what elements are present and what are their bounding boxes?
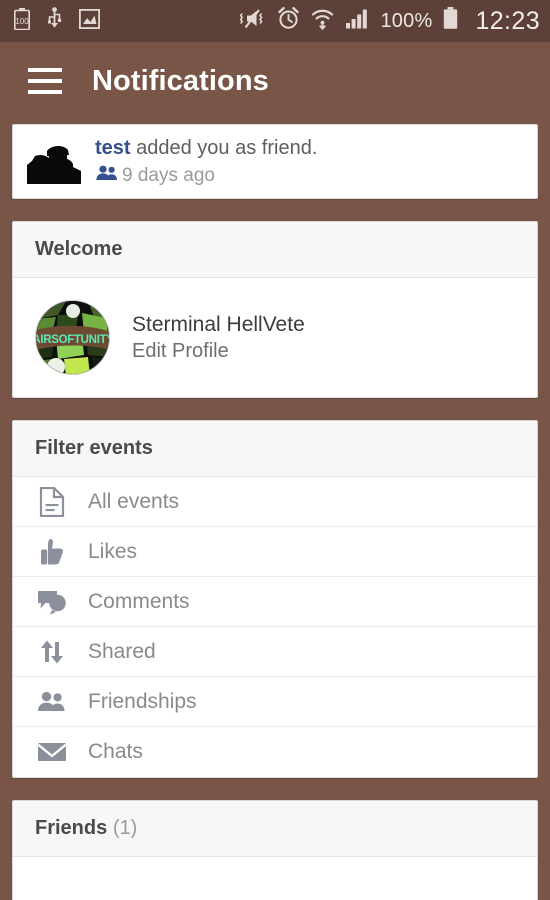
status-bar: 100 100% 12:23: [0, 0, 550, 42]
filter-item-comments[interactable]: Comments: [13, 577, 537, 627]
friends-count-label: (1): [112, 817, 138, 839]
notification-action: added you as friend.: [130, 137, 318, 159]
status-bar-right-icons: 100% 12:23: [239, 7, 540, 36]
filter-events-header-label: Filter events: [35, 437, 153, 459]
battery-saver-label: 100: [15, 17, 29, 26]
filter-item-shared[interactable]: Shared: [13, 627, 537, 677]
battery-full-icon: [443, 7, 458, 35]
soldier-salute-avatar: [23, 139, 83, 184]
hamburger-menu-icon[interactable]: [28, 68, 62, 94]
notification-card[interactable]: test added you as friend. 9 days ago: [12, 124, 538, 199]
wifi-icon: [311, 7, 334, 35]
friends-card: Friends (1): [12, 800, 538, 900]
edit-profile-link[interactable]: Edit Profile: [132, 338, 305, 364]
notification-time: 9 days ago: [122, 164, 215, 186]
welcome-header-label: Welcome: [35, 238, 123, 260]
airsoftunity-camo-avatar[interactable]: AIRSOFTUNITY: [35, 300, 110, 375]
scroll-content: test added you as friend. 9 days ago Wel…: [0, 124, 550, 900]
envelope-icon: [35, 741, 69, 763]
notification-meta: 9 days ago: [95, 164, 317, 187]
app-root: 100 100% 12:23 Notifications test added …: [0, 0, 550, 900]
filter-item-chats[interactable]: Chats: [13, 727, 537, 777]
alarm-icon: [277, 6, 300, 35]
document-icon: [35, 486, 69, 517]
profile-row[interactable]: AIRSOFTUNITY Sterminal HellVete Edit Pro…: [13, 278, 537, 397]
filter-item-label: Likes: [88, 539, 138, 563]
battery-saver-icon: 100: [14, 7, 30, 35]
friends-header-label: Friends: [35, 817, 108, 839]
page-title: Notifications: [92, 64, 269, 97]
screenshot-icon: [78, 8, 101, 34]
notification-row[interactable]: test added you as friend. 9 days ago: [13, 125, 537, 198]
filter-item-label: All events: [88, 489, 180, 513]
signal-icon: [345, 8, 369, 34]
status-bar-left-icons: 100: [14, 7, 101, 35]
filter-item-label: Chats: [88, 740, 143, 763]
filter-item-label: Comments: [88, 589, 190, 613]
friends-card-header: Friends (1): [13, 801, 537, 857]
welcome-card: Welcome AIRSOFTUNITY Sterminal HellVete …: [12, 221, 538, 398]
filter-item-likes[interactable]: Likes: [13, 527, 537, 577]
friends-icon: [95, 164, 119, 187]
comments-icon: [35, 589, 69, 615]
friends-list[interactable]: [13, 857, 537, 900]
friends-icon: [35, 690, 69, 714]
filter-events-header: Filter events: [13, 421, 537, 477]
filter-item-all-events[interactable]: All events: [13, 477, 537, 527]
usb-icon: [47, 7, 62, 35]
clock-label: 12:23: [475, 6, 540, 35]
notification-text: test added you as friend.: [95, 136, 317, 161]
filter-item-label: Friendships: [88, 689, 197, 713]
mute-vibrate-icon: [239, 7, 266, 35]
battery-percent-label: 100%: [380, 9, 433, 32]
list-item[interactable]: [13, 857, 537, 877]
filter-item-label: Shared: [88, 639, 156, 663]
notification-body: test added you as friend. 9 days ago: [95, 136, 317, 187]
filter-events-card: Filter events All events Likes Comments …: [12, 420, 538, 778]
notification-username[interactable]: test: [95, 137, 131, 159]
profile-text: Sterminal HellVete Edit Profile: [132, 311, 305, 364]
app-bar: Notifications: [0, 42, 550, 120]
profile-name: Sterminal HellVete: [132, 312, 305, 336]
filter-item-friendships[interactable]: Friendships: [13, 677, 537, 727]
welcome-card-header: Welcome: [13, 222, 537, 278]
thumbs-up-icon: [35, 538, 69, 566]
avatar-logo-text: AIRSOFTUNITY: [36, 334, 110, 346]
share-icon: [35, 639, 69, 665]
